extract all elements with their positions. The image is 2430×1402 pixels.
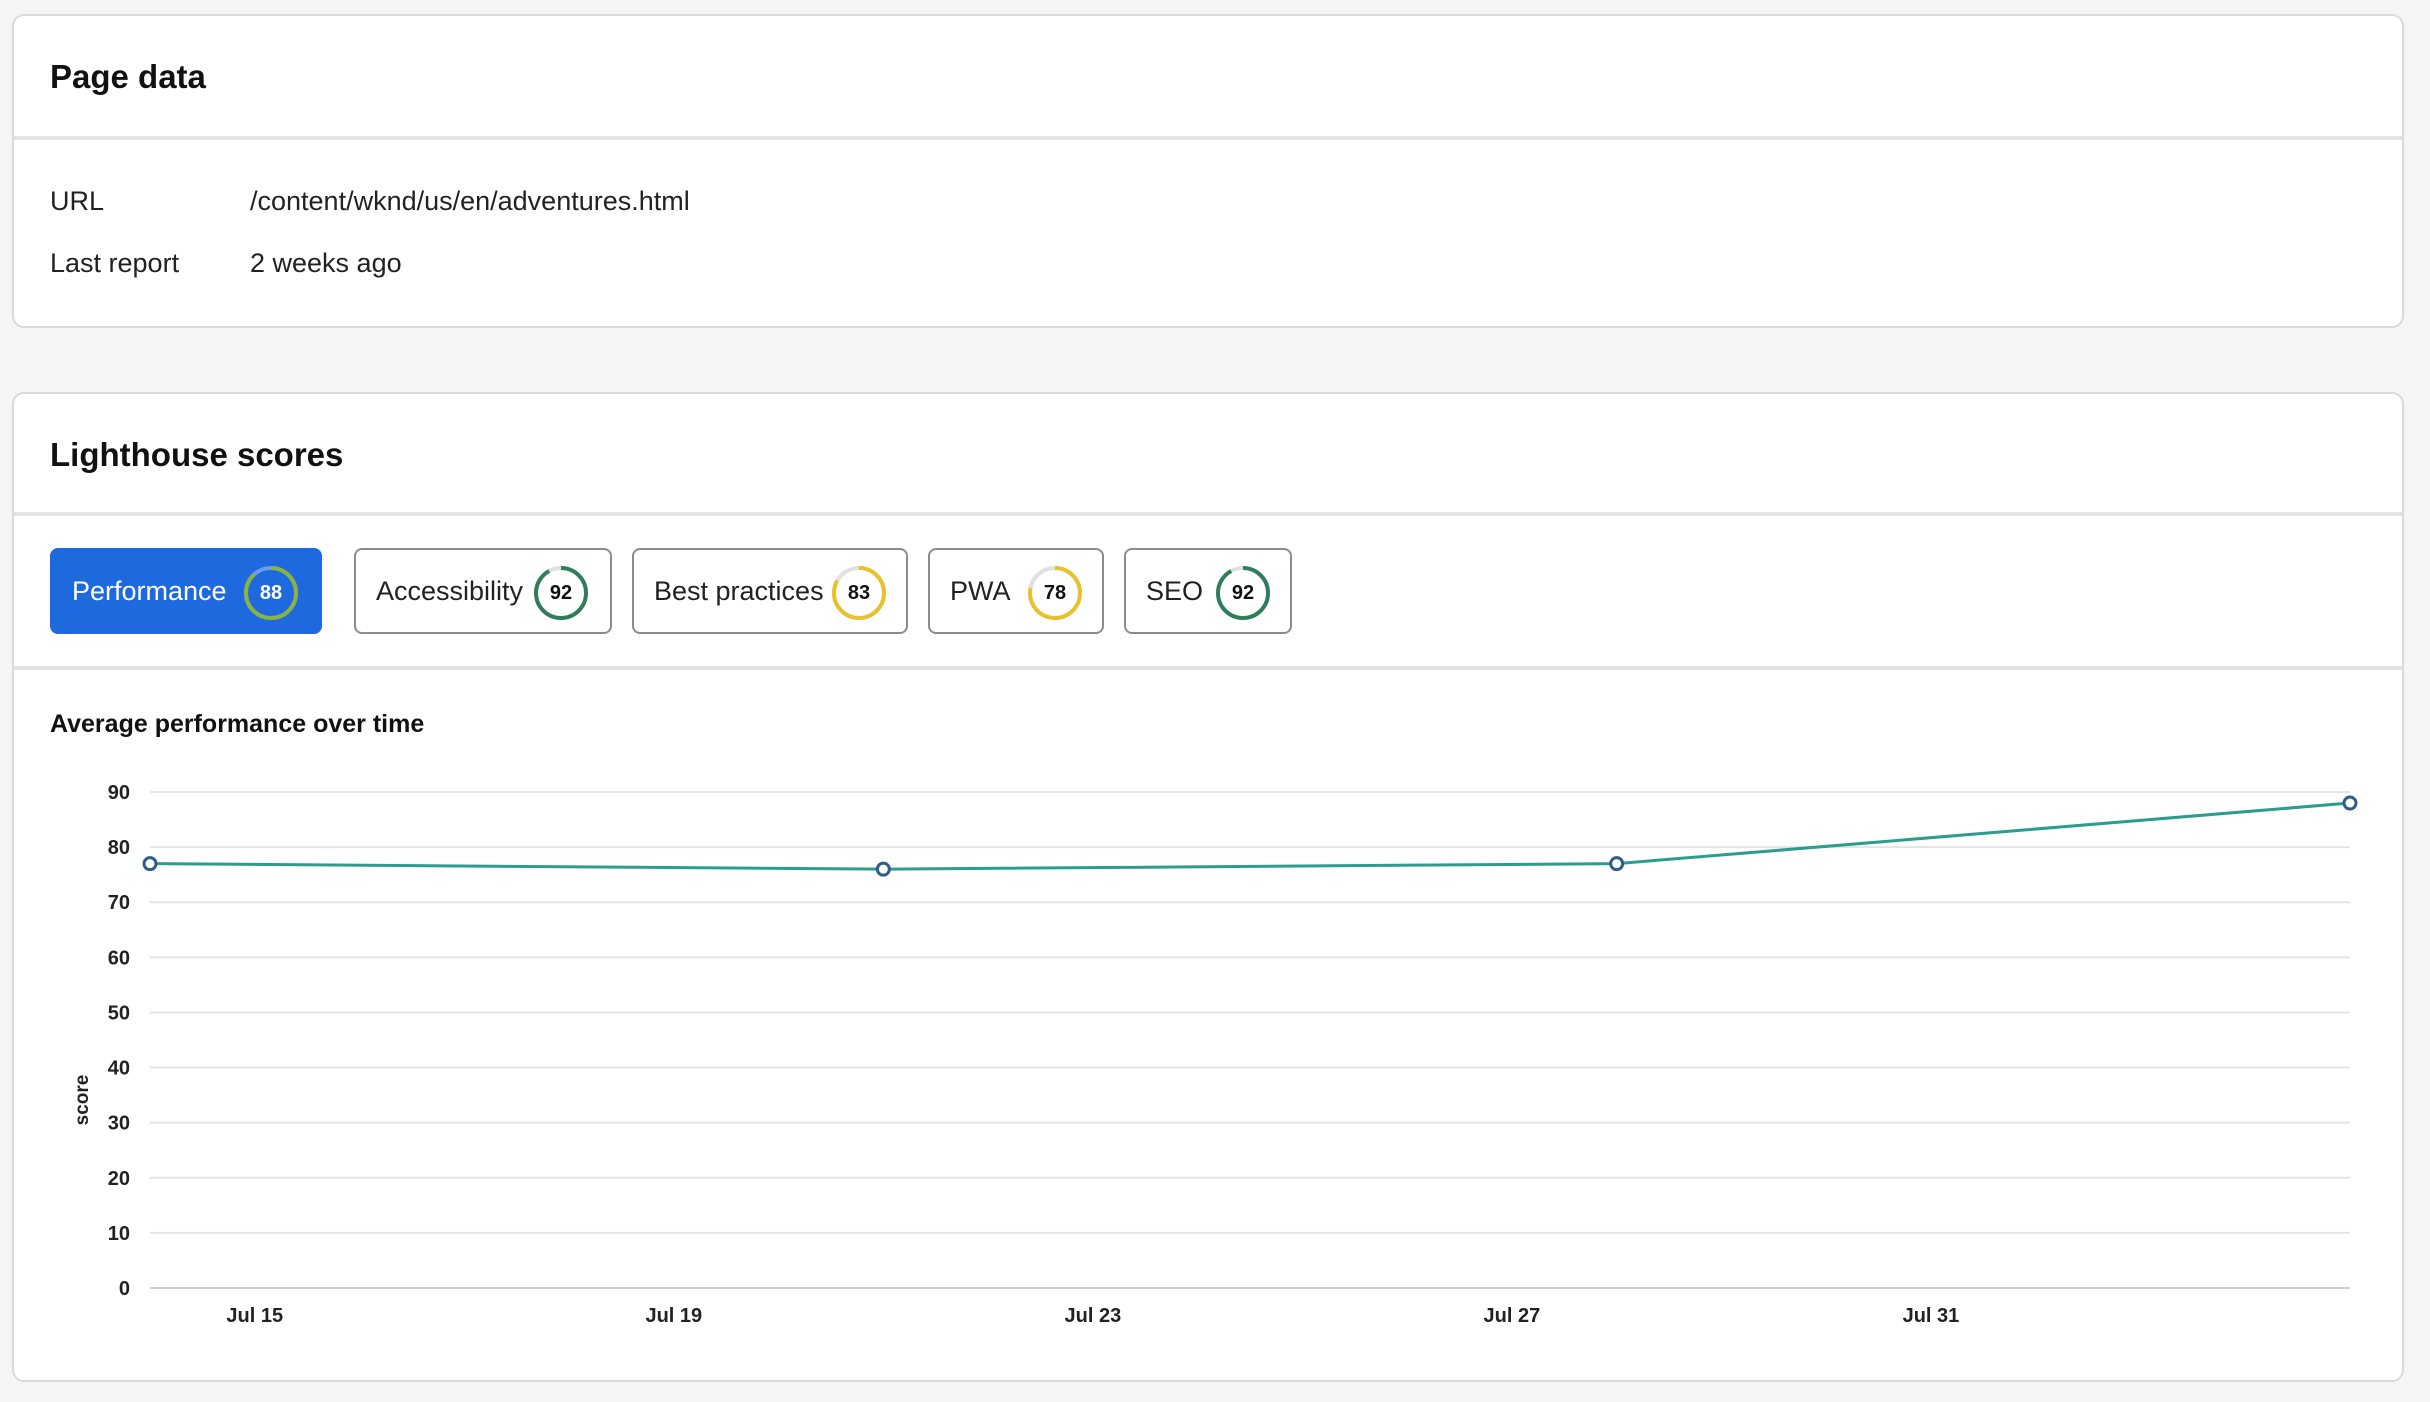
page-data-card: Page data URL /content/wknd/us/en/advent… <box>12 14 2404 328</box>
x-tick-label: Jul 15 <box>226 1305 283 1327</box>
data-point <box>2342 795 2358 811</box>
data-point <box>142 856 158 872</box>
last-report-value: 2 weeks ago <box>250 248 402 278</box>
last-report-label: Last report <box>50 248 180 278</box>
page-data-divider <box>14 136 2402 140</box>
y-axis-label: score <box>72 1075 93 1126</box>
x-tick-label: Jul 31 <box>1903 1305 1960 1327</box>
y-tick-label: 70 <box>108 892 130 914</box>
x-tick-label: Jul 19 <box>645 1305 702 1327</box>
url-value: /content/wknd/us/en/adventures.html <box>250 186 690 216</box>
lighthouse-scores-card: Lighthouse scores Performance 88 Accessi… <box>12 392 2404 1382</box>
url-label: URL <box>50 186 105 216</box>
y-tick-label: 10 <box>108 1223 130 1245</box>
page-data-title: Page data <box>50 58 206 95</box>
y-tick-label: 20 <box>108 1168 130 1190</box>
y-tick-label: 80 <box>108 837 130 859</box>
series-line <box>149 801 2351 871</box>
x-tick-label: Jul 27 <box>1484 1305 1541 1327</box>
y-tick-label: 60 <box>108 947 130 969</box>
y-tick-label: 30 <box>108 1113 130 1135</box>
y-tick-label: 40 <box>108 1058 130 1080</box>
data-point <box>875 861 891 877</box>
y-tick-label: 50 <box>108 1002 130 1024</box>
data-point <box>1609 856 1625 872</box>
y-tick-label: 0 <box>119 1278 130 1300</box>
performance-line-chart: 0 10 20 30 40 50 60 70 80 90 Jul 15 Jul 19 Jul 23 Jul… <box>72 782 2358 1327</box>
y-tick-label: 90 <box>108 782 130 804</box>
x-tick-label: Jul 23 <box>1065 1305 1122 1327</box>
